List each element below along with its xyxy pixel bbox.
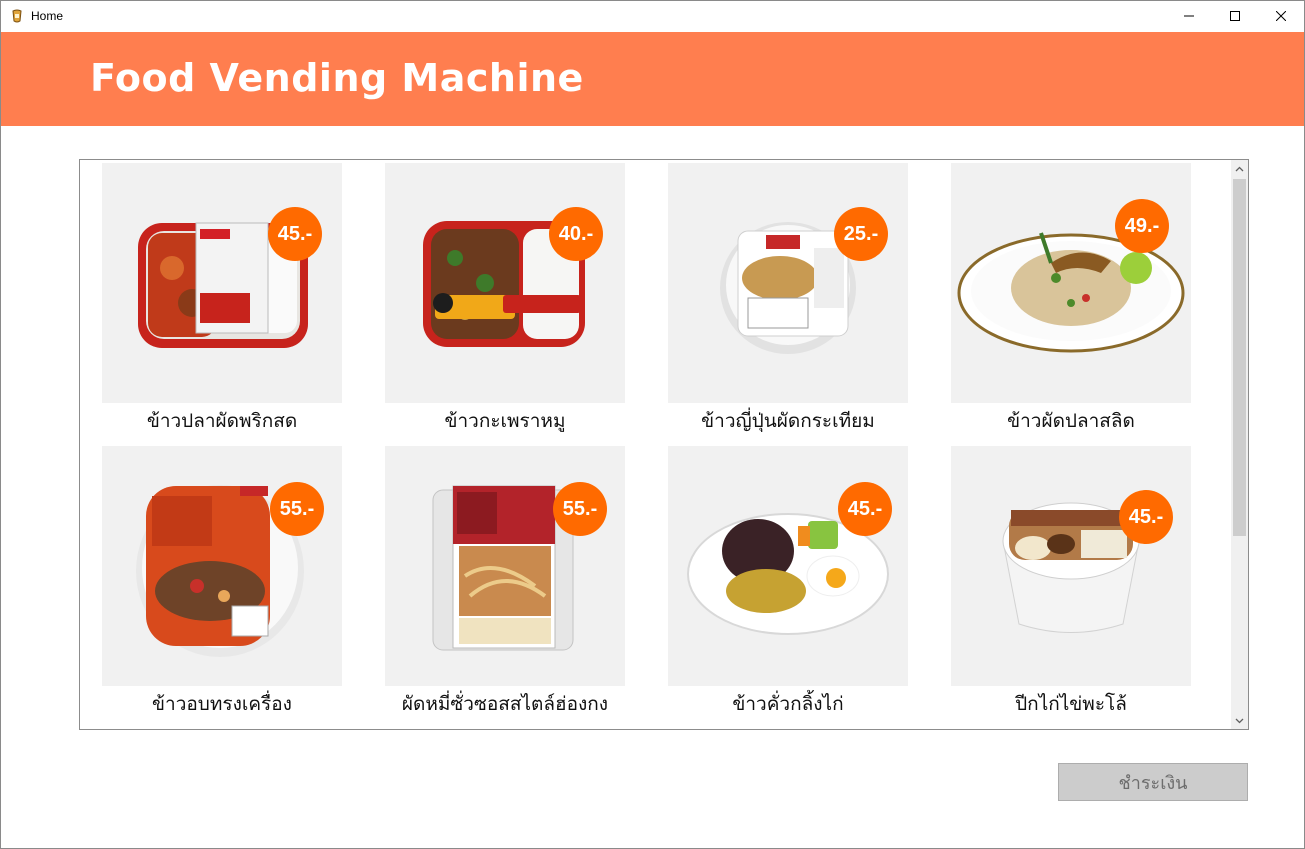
window-title: Home	[31, 9, 64, 23]
menu-item-name: ข้าวญี่ปุ่นผัดกระเทียม	[701, 410, 875, 432]
menu-item-card[interactable]: 40.- ข้าวกะเพราหมู	[385, 163, 625, 446]
menu-item-card[interactable]: 45.- ข้าวปลาผัดพริกสด	[102, 163, 342, 446]
menu-item-image[interactable]: 40.-	[385, 163, 625, 403]
chevron-down-icon	[1235, 718, 1244, 723]
close-icon	[1276, 11, 1286, 21]
price-badge: 40.-	[549, 207, 603, 261]
noodle-box-image	[432, 485, 574, 651]
menu-item-image[interactable]: 49.-	[951, 163, 1191, 403]
close-button[interactable]	[1258, 1, 1304, 31]
menu-item-image[interactable]: 45.-	[668, 446, 908, 686]
price-badge: 45.-	[1119, 490, 1173, 544]
baked-rice-bowl-image	[136, 485, 304, 657]
menu-item-name: ข้าวกะเพราหมู	[444, 410, 566, 432]
app-icon	[10, 9, 24, 23]
menu-item-name: ข้าวปลาผัดพริกสด	[146, 410, 298, 432]
price-badge: 25.-	[834, 207, 888, 261]
menu-item-name: ปีกไก่ไข่พะโล้	[1015, 693, 1127, 715]
scroll-thumb[interactable]	[1233, 179, 1246, 536]
menu-item-card[interactable]: 25.- ข้าวญี่ปุ่นผัดกระเทียม	[668, 163, 908, 446]
price-badge: 49.-	[1115, 199, 1169, 253]
red-curry-fish-tray-image	[138, 222, 308, 348]
vertical-scrollbar[interactable]	[1231, 160, 1248, 729]
menu-item-card[interactable]: 55.- ผัดหมี่ซั่วซอสสไตล์ฮ่องกง	[385, 446, 625, 729]
app-window: Home Food Vending Machine 45.- ข้าวปลาผั…	[0, 0, 1305, 849]
menu-item-image[interactable]: 55.-	[385, 446, 625, 686]
price-badge: 55.-	[270, 482, 324, 536]
scroll-down-button[interactable]	[1231, 712, 1248, 729]
menu-item-image[interactable]: 45.-	[951, 446, 1191, 686]
scroll-up-button[interactable]	[1231, 160, 1248, 177]
fried-rice-plate-image	[957, 232, 1185, 353]
menu-item-card[interactable]: 55.- ข้าวอบทรงเครื่อง	[102, 446, 342, 729]
menu-item-card[interactable]: 49.- ข้าวผัดปลาสลิด	[951, 163, 1191, 446]
minimize-icon	[1184, 15, 1194, 17]
garlic-rice-bowl-image	[720, 222, 856, 354]
chevron-up-icon	[1235, 166, 1244, 171]
maximize-button[interactable]	[1212, 1, 1258, 31]
maximize-icon	[1230, 11, 1240, 21]
menu-item-name: ข้าวคั่วกลิ้งไก่	[732, 693, 844, 715]
menu-item-image[interactable]: 25.-	[668, 163, 908, 403]
header-banner: Food Vending Machine	[1, 32, 1304, 126]
menu-item-card[interactable]: 45.- ข้าวคั่วกลิ้งไก่	[668, 446, 908, 729]
menu-item-name: ข้าวอบทรงเครื่อง	[152, 693, 292, 715]
pay-button[interactable]: ชำระเงิน	[1058, 763, 1248, 801]
menu-item-card[interactable]: 45.- ปีกไก่ไข่พะโล้	[951, 446, 1191, 729]
page-title: Food Vending Machine	[90, 56, 584, 100]
menu-item-name: ข้าวผัดปลาสลิด	[1007, 410, 1135, 432]
menu-item-name: ผัดหมี่ซั่วซอสสไตล์ฮ่องกง	[401, 693, 609, 715]
stew-bowl-image	[1002, 502, 1140, 633]
menu-item-image[interactable]: 45.-	[102, 163, 342, 403]
title-bar: Home	[1, 1, 1304, 32]
price-badge: 45.-	[838, 482, 892, 536]
price-badge: 45.-	[268, 207, 322, 261]
basil-pork-tray-image	[423, 221, 585, 347]
menu-item-image[interactable]: 55.-	[102, 446, 342, 686]
price-badge: 55.-	[553, 482, 607, 536]
minimize-button[interactable]	[1166, 1, 1212, 31]
menu-panel: 45.- ข้าวปลาผัดพริกสด 40.- ข้าวกะเพราหมู…	[79, 159, 1249, 730]
